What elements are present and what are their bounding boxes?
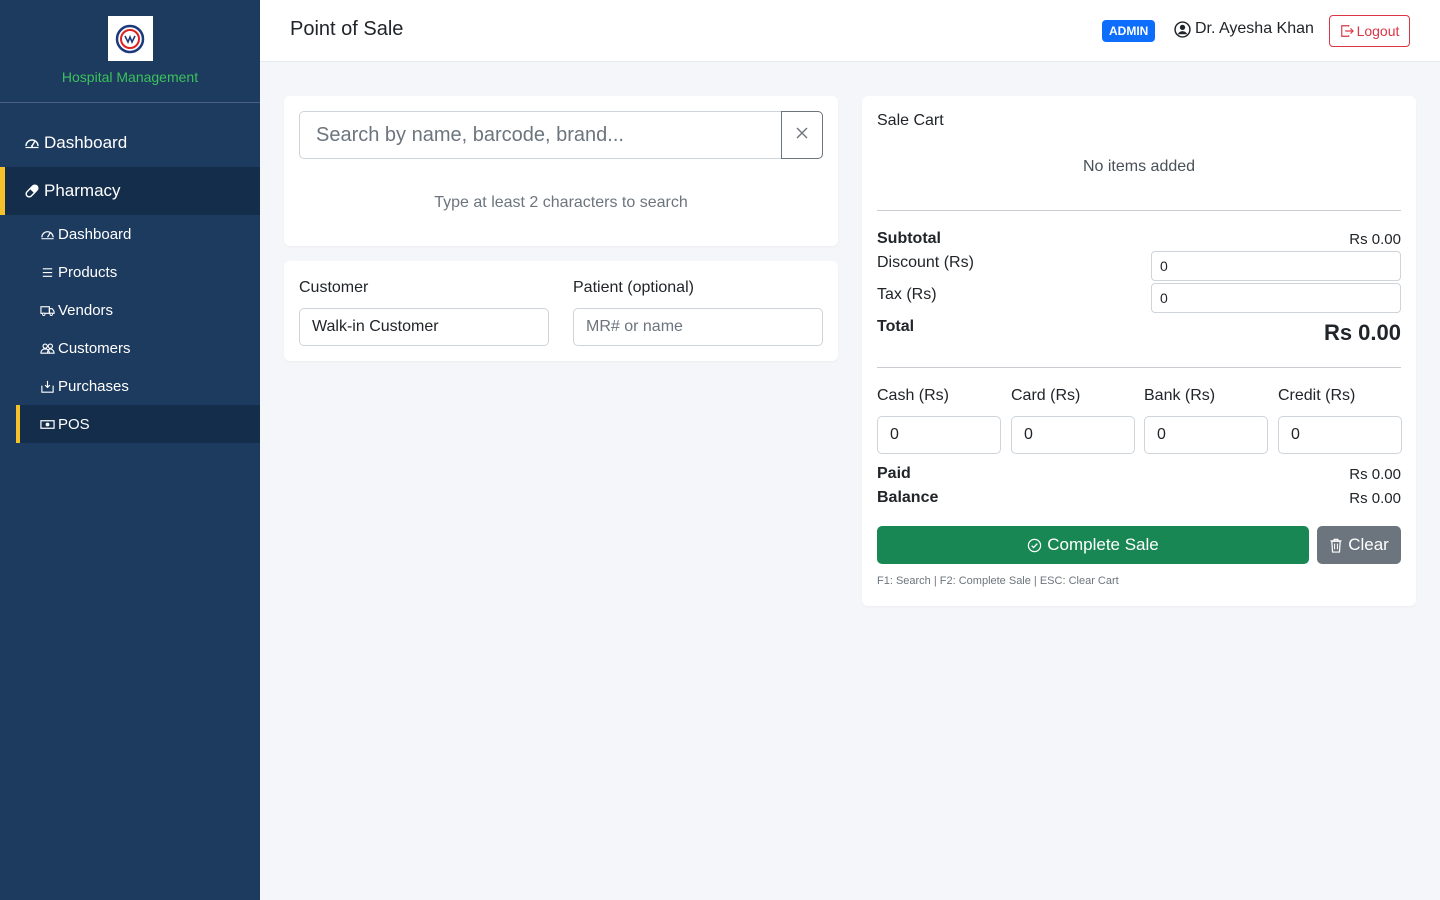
paid-value: Rs 0.00 <box>1349 466 1401 483</box>
box-arrow-icon <box>40 377 58 395</box>
sidebar-nav: Dashboard Pharmacy Dashboard Products Ve… <box>0 119 260 443</box>
complete-sale-label: Complete Sale <box>1047 535 1159 554</box>
bank-input[interactable] <box>1144 416 1268 454</box>
clear-cart-button[interactable]: Clear <box>1317 526 1401 564</box>
close-icon <box>795 126 809 145</box>
hospital-logo[interactable] <box>107 16 153 61</box>
cash-input[interactable] <box>877 416 1001 454</box>
patient-input[interactable] <box>573 308 823 346</box>
credit-input[interactable] <box>1278 416 1402 454</box>
search-group <box>299 111 823 159</box>
patient-label: Patient (optional) <box>573 279 694 296</box>
logout-label: Logout <box>1356 23 1400 39</box>
customer-label: Customer <box>299 279 369 296</box>
check-circle-icon <box>1027 538 1042 553</box>
discount-label: Discount (Rs) <box>877 254 974 271</box>
keyboard-shortcuts-hint: F1: Search | F2: Complete Sale | ESC: Cl… <box>877 575 1119 587</box>
sidebar-subitem-label: Dashboard <box>58 225 132 243</box>
bank-label: Bank (Rs) <box>1144 387 1216 404</box>
sidebar-item-label: Dashboard <box>44 133 128 152</box>
total-value: Rs 0.00 <box>1323 320 1401 345</box>
sidebar-subitem-vendors[interactable]: Vendors <box>0 291 260 329</box>
cash-icon <box>40 415 58 433</box>
complete-sale-button[interactable]: Complete Sale <box>877 526 1309 564</box>
sidebar-subitem-label: Customers <box>58 339 131 357</box>
people-icon <box>40 339 58 357</box>
person-circle-icon <box>1174 20 1191 38</box>
user-name: Dr. Ayesha Khan <box>1195 20 1314 37</box>
sidebar-subitem-pos[interactable]: POS <box>16 405 260 443</box>
sidebar-subitem-label: Vendors <box>58 301 114 319</box>
sale-cart-card: Sale Cart No items added Subtotal Rs 0.0… <box>862 96 1416 606</box>
product-search-input[interactable] <box>299 111 781 159</box>
tax-input[interactable] <box>1151 283 1401 313</box>
sidebar-item-dashboard[interactable]: Dashboard <box>0 119 260 167</box>
hospital-logo-icon <box>115 24 145 53</box>
user-menu[interactable]: Dr. Ayesha Khan <box>1174 20 1314 38</box>
logout-icon <box>1340 24 1354 38</box>
clear-search-button[interactable] <box>781 111 823 159</box>
sidebar-item-pharmacy[interactable]: Pharmacy <box>0 167 260 215</box>
subtotal-label: Subtotal <box>877 230 941 247</box>
speedometer-icon <box>24 133 44 153</box>
subtotal-value: Rs 0.00 <box>1349 231 1401 248</box>
card-label: Card (Rs) <box>1011 387 1081 404</box>
discount-input[interactable] <box>1151 251 1401 281</box>
sidebar-subitem-label: Products <box>58 263 118 281</box>
role-badge: ADMIN <box>1102 20 1156 42</box>
card-input[interactable] <box>1011 416 1135 454</box>
sidebar-subitem-dashboard[interactable]: Dashboard <box>0 215 260 253</box>
total-label: Total <box>877 318 915 335</box>
product-search-card: Type at least 2 characters to search <box>284 96 838 246</box>
list-icon <box>40 263 58 281</box>
sidebar-item-label: Pharmacy <box>44 181 121 200</box>
trash-icon <box>1329 538 1343 553</box>
logout-button[interactable]: Logout <box>1329 15 1410 47</box>
customer-input[interactable] <box>299 308 549 346</box>
sidebar-subitem-products[interactable]: Products <box>0 253 260 291</box>
speedometer-icon <box>40 225 58 243</box>
page-title: Point of Sale <box>290 18 404 40</box>
customer-card: Customer Patient (optional) <box>284 261 838 361</box>
topbar: Point of Sale ADMIN Dr. Ayesha Khan Logo… <box>260 0 1440 62</box>
paid-label: Paid <box>877 465 911 482</box>
divider <box>877 367 1401 368</box>
search-hint: Type at least 2 characters to search <box>434 194 688 211</box>
cash-label: Cash (Rs) <box>877 387 950 404</box>
brand: Hospital Management <box>0 0 260 103</box>
tax-label: Tax (Rs) <box>877 286 937 303</box>
sidebar-subitem-customers[interactable]: Customers <box>0 329 260 367</box>
balance-label: Balance <box>877 489 939 506</box>
sidebar: Hospital Management Dashboard Pharmacy D… <box>0 0 260 900</box>
credit-label: Credit (Rs) <box>1278 387 1356 404</box>
capsule-icon <box>24 181 44 201</box>
sidebar-subitem-label: Purchases <box>58 377 129 395</box>
sidebar-subitem-purchases[interactable]: Purchases <box>0 367 260 405</box>
divider <box>877 210 1401 211</box>
cart-empty-message: No items added <box>1082 158 1196 175</box>
brand-name: Hospital Management <box>61 69 199 85</box>
clear-cart-label: Clear <box>1348 535 1389 554</box>
cart-title: Sale Cart <box>877 112 944 129</box>
truck-icon <box>40 301 58 319</box>
sidebar-subitem-label: POS <box>58 415 90 433</box>
balance-value: Rs 0.00 <box>1349 490 1401 507</box>
